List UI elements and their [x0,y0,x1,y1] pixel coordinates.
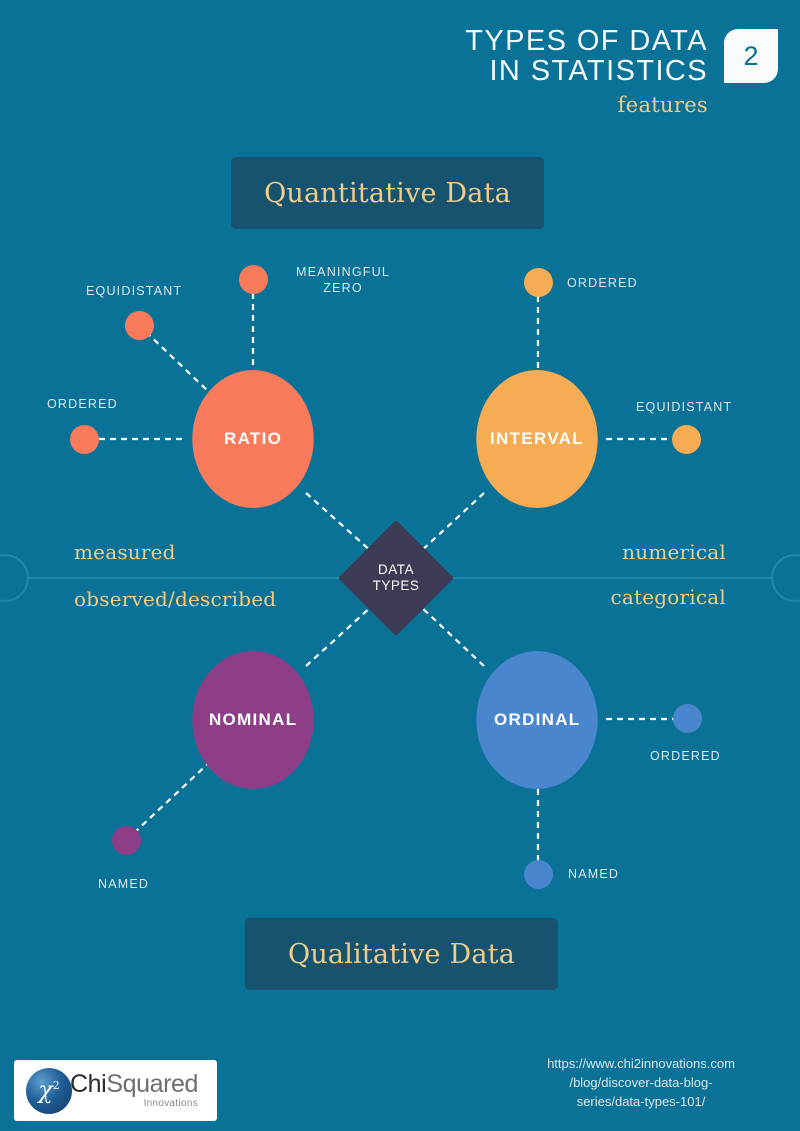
label-nominal-named: NAMED [98,877,150,891]
chi-symbol: χ2 [38,1075,60,1104]
axis-label-observed: observed/described [74,587,277,611]
label-interval-equidistant: EQUIDISTANT [636,400,733,414]
quantitative-data-banner: Quantitative Data [231,157,544,229]
node-nominal[interactable]: NOMINAL [192,651,314,789]
dot-ratio-meaningful-zero[interactable] [239,265,268,294]
dot-ordinal-named[interactable] [524,860,553,889]
node-interval[interactable]: INTERVAL [476,370,598,508]
center-node-data-types[interactable]: DATA TYPES [338,520,454,636]
page-title-line1: TYPES OF DATA [465,25,708,57]
node-ordinal-label: ORDINAL [493,710,581,729]
logo-name-part1: Chi [70,1070,107,1098]
chi-superscript: 2 [52,1078,60,1092]
node-ratio[interactable]: RATIO [192,370,314,508]
label-ratio-equidistant: EQUIDISTANT [86,284,183,298]
dot-nominal-named[interactable] [112,826,141,855]
node-interval-label: INTERVAL [490,429,584,448]
logo-text: ChiSquared Innovations [70,1072,198,1109]
source-url[interactable]: https://www.chi2innovations.com /blog/di… [496,1054,786,1111]
source-url-line1: https://www.chi2innovations.com [547,1056,735,1071]
logo-name-part2: Squared [106,1070,199,1098]
diamond-label: DATA TYPES [355,537,437,619]
diamond-label-line1: DATA [377,562,414,577]
axis-label-categorical: categorical [610,585,726,609]
chapter-number-badge: 2 [724,29,778,83]
source-url-line3: series/data-types-101/ [576,1094,706,1109]
page-subtitle: features [617,93,708,117]
qualitative-data-banner: Qualitative Data [245,918,558,990]
node-nominal-label: NOMINAL [208,710,298,729]
diamond-label-line2: TYPES [372,578,420,593]
node-ordinal[interactable]: ORDINAL [476,651,598,789]
dot-interval-ordered[interactable] [524,268,553,297]
page-title-line2: IN STATISTICS [489,55,708,87]
source-url-line2: /blog/discover-data-blog- [569,1075,713,1090]
node-ratio-label: RATIO [223,429,283,448]
label-interval-ordered: ORDERED [567,276,638,290]
logo-tagline: Innovations [143,1098,199,1109]
dot-ratio-ordered[interactable] [70,425,99,454]
axis-label-measured: measured [74,540,176,564]
axis-label-numerical: numerical [622,540,726,564]
dot-interval-equidistant[interactable] [672,425,701,454]
header: TYPES OF DATA IN STATISTICS features [465,26,708,117]
label-ratio-ordered: ORDERED [47,397,118,411]
dot-ratio-equidistant[interactable] [125,311,154,340]
chisquared-logo[interactable]: χ2 ChiSquared Innovations [14,1060,217,1121]
chi-squared-sphere-icon: χ2 [26,1067,72,1114]
label-ordinal-named: NAMED [568,867,620,881]
label-ratio-meaningful-zero: MEANINGFUL ZERO [296,265,390,295]
dot-ordinal-ordered[interactable] [673,704,702,733]
label-ordinal-ordered: ORDERED [650,749,721,763]
page-title: TYPES OF DATA IN STATISTICS [465,26,708,86]
line-nominal-named [133,758,214,834]
logo-name: ChiSquared [70,1072,198,1097]
